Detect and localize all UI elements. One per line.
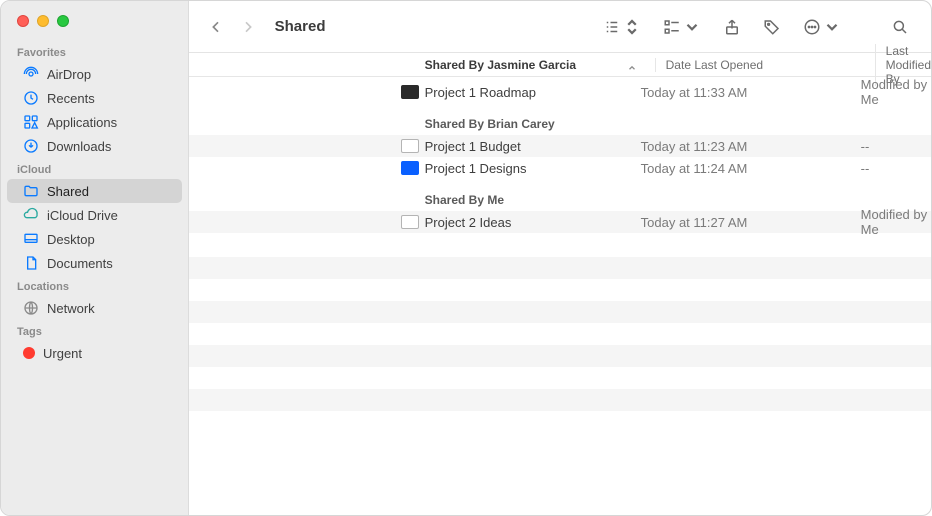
nav-forward-button[interactable] [237,16,259,38]
chevron-down-icon [823,18,841,36]
file-icon [401,139,419,153]
sidebar-item-tag-urgent[interactable]: Urgent [7,341,182,365]
file-modified-by: -- [851,161,931,176]
sidebar-item-downloads[interactable]: Downloads [7,134,182,158]
file-list: Project 1 Roadmap Today at 11:33 AM Modi… [189,77,931,515]
sidebar-item-label: Desktop [47,232,95,247]
file-name: Project 1 Roadmap [425,85,536,100]
globe-icon [23,300,39,316]
fullscreen-window-button[interactable] [57,15,69,27]
sort-ascending-icon [627,62,637,76]
file-row[interactable]: Project 1 Budget Today at 11:23 AM -- [189,135,931,157]
sidebar-item-label: Urgent [43,346,82,361]
sidebar-item-label: Network [47,301,95,316]
sidebar: Favorites AirDrop Recents Applications D… [1,1,189,515]
sidebar-item-label: Downloads [47,139,111,154]
sidebar-item-network[interactable]: Network [7,296,182,320]
column-header-name[interactable]: Shared By Jasmine Garcia [425,58,655,72]
file-date: Today at 11:23 AM [631,139,851,154]
file-modified-by: -- [851,139,931,154]
file-icon [401,85,419,99]
download-icon [23,138,39,154]
main-panel: Shared [189,1,931,515]
sidebar-item-applications[interactable]: Applications [7,110,182,134]
apps-icon [23,114,39,130]
sidebar-item-documents[interactable]: Documents [7,251,182,275]
search-button[interactable] [885,15,915,39]
cloud-icon [23,207,39,223]
empty-list-background [189,233,931,411]
file-icon [401,215,419,229]
file-date: Today at 11:33 AM [631,85,851,100]
view-mode-list-button[interactable] [597,15,647,39]
file-name: Project 1 Designs [425,161,527,176]
sidebar-item-shared[interactable]: Shared [7,179,182,203]
column-header-row: Shared By Jasmine Garcia Date Last Opene… [189,53,931,77]
share-button[interactable] [717,15,747,39]
sidebar-item-recents[interactable]: Recents [7,86,182,110]
nav-back-button[interactable] [205,16,227,38]
sidebar-item-label: Recents [47,91,95,106]
sidebar-item-label: Applications [47,115,117,130]
file-modified-by: Modified by Me [851,77,931,107]
clock-icon [23,90,39,106]
desktop-icon [23,231,39,247]
sidebar-section-icloud: iCloud [1,158,188,179]
minimize-window-button[interactable] [37,15,49,27]
file-row[interactable]: Project 1 Roadmap Today at 11:33 AM Modi… [189,81,931,103]
chevron-updown-icon [623,18,641,36]
group-header: Shared By Me [189,179,931,211]
sidebar-item-label: Documents [47,256,113,271]
window-title: Shared [275,18,326,35]
file-name: Project 1 Budget [425,139,521,154]
column-header-name-label: Shared By Jasmine Garcia [425,58,576,72]
file-row[interactable]: Project 1 Designs Today at 11:24 AM -- [189,157,931,179]
tags-button[interactable] [757,15,787,39]
tag-dot-icon [23,347,35,359]
shared-folder-icon [23,183,39,199]
sidebar-item-desktop[interactable]: Desktop [7,227,182,251]
finder-window: Favorites AirDrop Recents Applications D… [0,0,932,516]
sidebar-section-locations: Locations [1,275,188,296]
toolbar: Shared [189,1,931,53]
file-date: Today at 11:27 AM [631,215,851,230]
airdrop-icon [23,66,39,82]
group-header: Shared By Brian Carey [189,103,931,135]
sidebar-section-favorites: Favorites [1,41,188,62]
close-window-button[interactable] [17,15,29,27]
more-actions-button[interactable] [797,15,847,39]
sidebar-item-icloud-drive[interactable]: iCloud Drive [7,203,182,227]
sidebar-item-airdrop[interactable]: AirDrop [7,62,182,86]
group-by-button[interactable] [657,15,707,39]
window-controls [1,11,188,41]
file-modified-by: Modified by Me [851,207,931,237]
sidebar-item-label: AirDrop [47,67,91,82]
file-icon [401,161,419,175]
file-row[interactable]: Project 2 Ideas Today at 11:27 AM Modifi… [189,211,931,233]
column-header-date[interactable]: Date Last Opened [655,58,875,72]
sidebar-section-tags: Tags [1,320,188,341]
doc-icon [23,255,39,271]
sidebar-item-label: iCloud Drive [47,208,118,223]
sidebar-item-label: Shared [47,184,89,199]
chevron-down-icon [683,18,701,36]
file-date: Today at 11:24 AM [631,161,851,176]
file-name: Project 2 Ideas [425,215,512,230]
